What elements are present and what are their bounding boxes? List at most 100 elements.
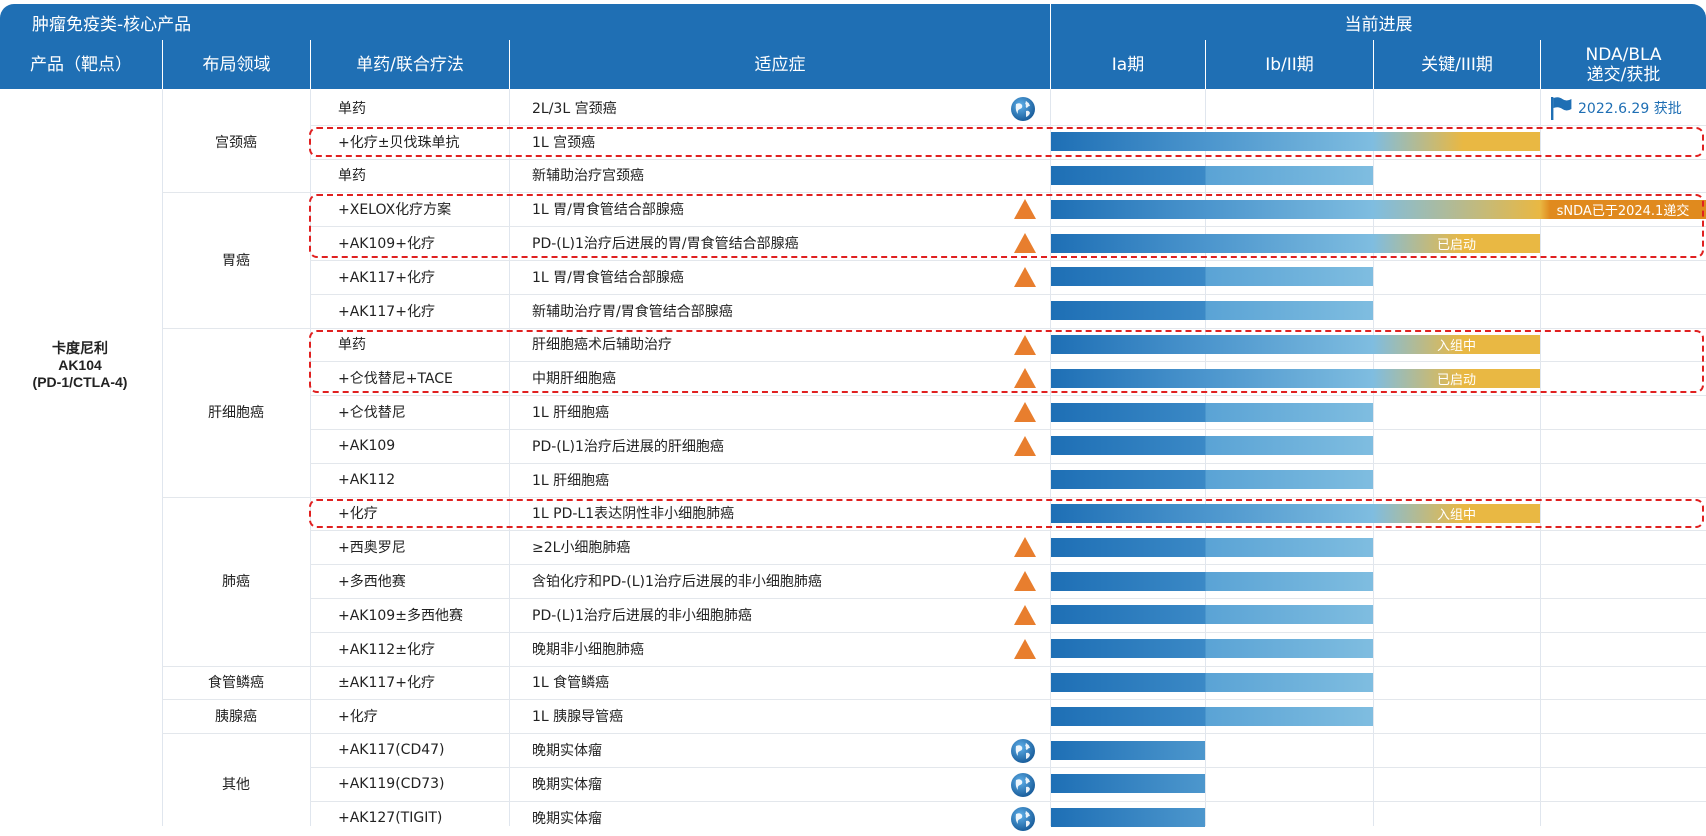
progress-bar <box>1051 436 1373 456</box>
progress-bar <box>1051 706 1373 726</box>
indication-cell: 新辅助治疗胃/胃食管结合部腺癌 <box>532 303 733 320</box>
china-trial-triangle-icon <box>1013 366 1037 390</box>
row-divider <box>310 631 1706 633</box>
row-divider <box>310 192 1706 194</box>
therapy-cell: ±AK117+化疗 <box>338 675 435 692</box>
therapy-cell: +AK117(CD47) <box>338 742 445 759</box>
section-title-bar: 肿瘤免疫类-核心产品 <box>0 4 1050 40</box>
therapy-cell: +西奥罗尼 <box>338 540 406 557</box>
indication-cell: 晚期实体瘤 <box>532 743 602 760</box>
row-divider <box>310 260 1706 261</box>
therapy-cell: +XELOX化疗方案 <box>338 202 452 219</box>
col-header-field: 布局领域 <box>163 40 310 89</box>
progress-bar <box>1051 571 1373 591</box>
col-header-product: 产品（靶点） <box>0 40 162 89</box>
progress-bar <box>1051 673 1373 692</box>
progress-bar <box>1051 132 1540 152</box>
col-header-phase-1b-2: Ib/II期 <box>1206 40 1373 89</box>
progress-title: 当前进展 <box>1344 14 1413 35</box>
group-label: 其他 <box>222 776 250 793</box>
row-divider <box>310 158 1706 160</box>
row-divider <box>310 665 1706 667</box>
bar-status-label: sNDA已于2024.1递交 <box>1556 203 1690 219</box>
therapy-cell: +化疗 <box>338 709 378 726</box>
col-header-therapy: 单药/联合疗法 <box>311 40 509 89</box>
row-divider <box>310 395 1706 397</box>
row-divider <box>310 293 1706 295</box>
row-divider <box>310 767 1706 768</box>
row-divider <box>310 564 1706 566</box>
approval-date-text: 2022.6.29 获批 <box>1578 100 1682 117</box>
therapy-cell: 单药 <box>338 168 366 185</box>
therapy-cell: +仑伐替尼 <box>338 405 406 422</box>
indication-cell: PD-(L)1治疗后进展的胃/胃食管结合部腺癌 <box>532 236 799 253</box>
product-label: 卡度尼利 AK104 (PD-1/CTLA-4) <box>0 335 160 395</box>
group-label: 肺癌 <box>222 574 250 591</box>
progress-title-bar: 当前进展 <box>1051 4 1706 40</box>
therapy-cell: 单药 <box>338 337 366 354</box>
progress-bar <box>1051 537 1373 557</box>
therapy-cell: +仑伐替尼+TACE <box>338 371 453 388</box>
row-divider <box>310 733 1706 735</box>
indication-cell: 1L 肝细胞癌 <box>532 405 610 422</box>
china-trial-triangle-icon <box>1013 197 1037 221</box>
bar-status-label: 已启动 <box>1436 372 1476 388</box>
row-divider <box>310 429 1706 430</box>
row-divider <box>310 124 1706 126</box>
flag-icon <box>1548 95 1574 121</box>
product-target: (PD-1/CTLA-4) <box>32 373 128 390</box>
progress-bar <box>1051 605 1373 625</box>
indication-cell: 晚期实体瘤 <box>532 810 602 827</box>
global-trial-globe-icon <box>1010 772 1035 797</box>
therapy-cell: +AK117+化疗 <box>338 269 435 286</box>
row-divider <box>310 530 1706 532</box>
group-label: 宫颈癌 <box>215 134 257 151</box>
bar-status-label: 入组中 <box>1436 339 1476 354</box>
indication-cell: 晚期非小细胞肺癌 <box>532 641 644 658</box>
therapy-cell: +多西他赛 <box>338 574 406 591</box>
china-trial-triangle-icon <box>1013 434 1037 458</box>
indication-cell: 1L 宫颈癌 <box>532 134 596 151</box>
indication-cell: 新辅助治疗宫颈癌 <box>532 168 644 185</box>
therapy-cell: +AK119(CD73) <box>338 775 445 792</box>
china-trial-triangle-icon <box>1013 603 1037 627</box>
therapy-cell: +AK109 <box>338 437 396 454</box>
col-header-phase-1a: Ia期 <box>1051 40 1205 89</box>
col-header-indication: 适应症 <box>510 40 1050 89</box>
col-header-nda: NDA/BLA 递交/获批 <box>1541 40 1706 89</box>
section-title: 肿瘤免疫类-核心产品 <box>32 14 192 35</box>
indication-cell: 含铂化疗和PD-(L)1治疗后进展的非小细胞肺癌 <box>532 574 822 591</box>
china-trial-triangle-icon <box>1013 400 1037 424</box>
row-divider <box>310 699 1706 701</box>
progress-bar <box>1051 166 1373 185</box>
therapy-cell: 单药 <box>338 100 366 117</box>
indication-cell: PD-(L)1治疗后进展的肝细胞癌 <box>532 438 724 455</box>
row-divider <box>310 226 1706 228</box>
approval-status: 2022.6.29 获批 <box>1548 91 1704 125</box>
china-trial-triangle-icon <box>1013 569 1037 593</box>
indication-cell: 肝细胞癌术后辅助治疗 <box>532 337 672 354</box>
progress-bar <box>1051 470 1373 490</box>
progress-bar <box>1051 808 1205 828</box>
indication-cell: 1L 胃/胃食管结合部腺癌 <box>532 269 684 286</box>
indication-cell: 中期肝细胞癌 <box>532 371 616 388</box>
indication-cell: ≥2L小细胞肺癌 <box>532 540 631 557</box>
china-trial-triangle-icon <box>1013 231 1037 255</box>
indication-cell: 1L 胰腺导管癌 <box>532 709 624 726</box>
therapy-cell: +化疗 <box>338 506 378 523</box>
therapy-cell: +AK109+化疗 <box>338 236 435 253</box>
row-divider <box>310 598 1706 599</box>
china-trial-triangle-icon <box>1013 333 1037 357</box>
china-trial-triangle-icon <box>1013 265 1037 289</box>
china-trial-triangle-icon <box>1013 535 1037 559</box>
row-divider <box>310 361 1706 363</box>
indication-cell: 1L PD-L1表达阴性非小细胞肺癌 <box>532 506 735 523</box>
global-trial-globe-icon <box>1010 806 1035 831</box>
china-trial-triangle-icon <box>1013 637 1037 661</box>
progress-bar <box>1051 740 1205 760</box>
progress-bar <box>1051 774 1205 794</box>
indication-cell: 1L 食管鳞癌 <box>532 675 610 692</box>
row-divider <box>310 800 1706 802</box>
progress-bar <box>1051 639 1373 659</box>
therapy-cell: +AK112 <box>338 471 396 488</box>
